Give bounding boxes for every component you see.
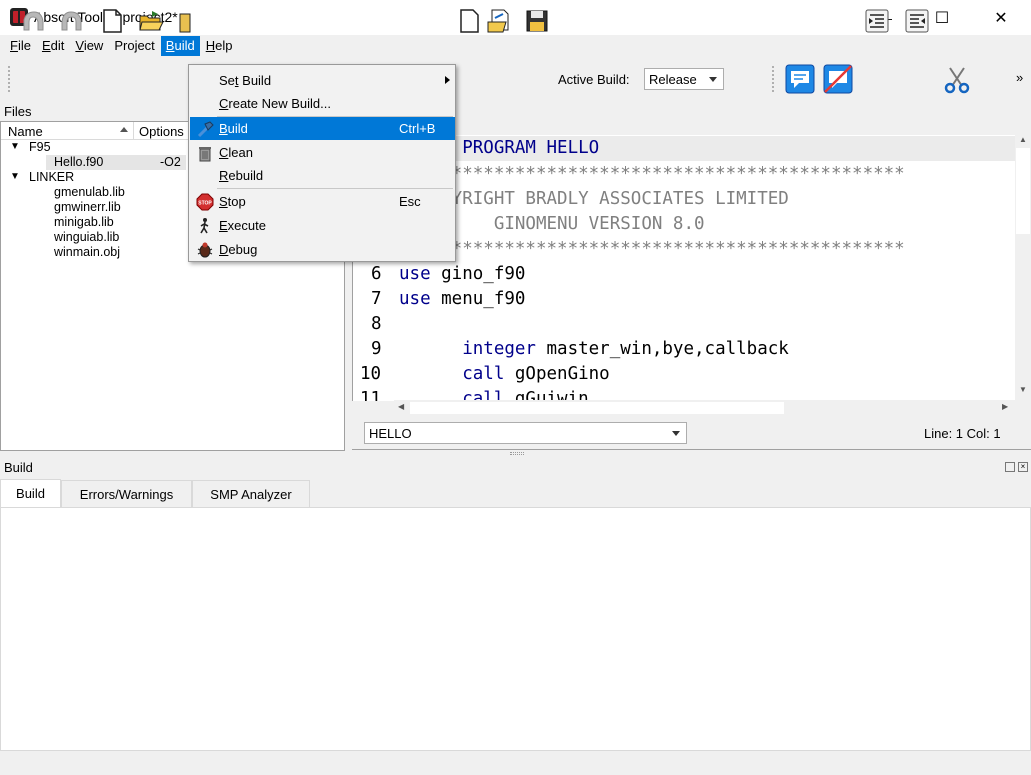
menu-item-build[interactable]: Build Ctrl+B <box>190 117 455 140</box>
new-document-icon[interactable] <box>456 8 482 34</box>
divider <box>352 449 1031 450</box>
menu-item-debug[interactable]: Debug <box>190 238 455 261</box>
run-icon <box>200 218 209 234</box>
build-output-area[interactable] <box>0 507 1031 751</box>
line-number: 11 <box>360 390 382 401</box>
menu-item-stop[interactable]: STOP Stop Esc <box>190 190 455 213</box>
tree-item[interactable]: gmenulab.lib <box>54 185 125 199</box>
menu-separator <box>217 188 453 189</box>
menu-item-set-build[interactable]: Set Build <box>190 69 455 92</box>
status-bar <box>0 751 1031 775</box>
scope-select[interactable]: HELLO <box>364 422 687 444</box>
build-panel-title: Build <box>4 460 33 475</box>
tree-item[interactable]: winmain.obj <box>54 245 120 259</box>
active-build-label: Active Build: <box>558 72 630 87</box>
sort-ascending-icon <box>120 127 128 132</box>
scroll-down-icon[interactable]: ▼ <box>1015 385 1031 397</box>
menu-edit[interactable]: Edit <box>37 35 69 56</box>
tree-group-f95[interactable]: F95 <box>29 140 51 154</box>
menu-file[interactable]: File <box>5 35 36 56</box>
tree-item-option[interactable]: -O2 <box>160 155 181 169</box>
menu-item-rebuild[interactable]: Rebuild <box>190 164 455 187</box>
collapse-arrow-icon[interactable]: ▼ <box>10 171 20 182</box>
toolbar-grip[interactable] <box>772 66 775 92</box>
splitter-handle[interactable] <box>510 452 524 455</box>
toolbar <box>0 57 1031 99</box>
scroll-up-icon[interactable]: ▲ <box>1015 135 1031 147</box>
submenu-arrow-icon <box>445 76 450 84</box>
code-line[interactable]: integer master_win,bye,callback <box>399 339 789 359</box>
svg-text:STOP: STOP <box>198 201 212 207</box>
code-line[interactable]: call gOpenGino <box>399 364 610 384</box>
chevron-down-icon <box>672 431 680 436</box>
menu-item-create-new-build[interactable]: Create New Build... <box>190 92 455 115</box>
hammer-icon <box>197 121 214 138</box>
scroll-left-icon[interactable]: ◀ <box>398 402 404 411</box>
column-header-name[interactable]: Name <box>8 124 43 139</box>
outdent-icon[interactable] <box>904 8 930 34</box>
comment-icon[interactable] <box>785 64 815 94</box>
close-button[interactable]: ✕ <box>978 0 1024 35</box>
tab-errors-warnings[interactable]: Errors/Warnings <box>61 480 192 507</box>
cut-icon[interactable] <box>942 64 972 94</box>
menu-build[interactable]: Build <box>160 36 200 56</box>
menu-view[interactable]: View <box>70 35 108 56</box>
toolbar-grip[interactable] <box>8 66 11 92</box>
undo-icon[interactable] <box>20 8 46 34</box>
code-line[interactable]: ****************************************… <box>399 164 905 184</box>
uncomment-icon[interactable] <box>823 64 853 94</box>
chevron-down-icon <box>709 77 717 82</box>
build-menu-dropdown: Set Build Create New Build... Build Ctrl… <box>188 64 456 262</box>
scrollbar-track <box>1016 148 1030 234</box>
scroll-right-icon[interactable]: ▶ <box>1002 402 1008 411</box>
indent-icon[interactable] <box>864 8 890 34</box>
trash-icon <box>199 147 211 162</box>
maximize-icon: ☐ <box>934 9 950 27</box>
line-number: 10 <box>360 364 382 384</box>
code-line[interactable]: use menu_f90 <box>399 289 525 309</box>
close-panel-icon[interactable]: × <box>1018 462 1028 472</box>
line-number: 6 <box>371 264 382 284</box>
column-divider[interactable] <box>133 122 134 140</box>
code-line[interactable]: ****************************************… <box>399 239 905 259</box>
menu-item-execute[interactable]: Execute <box>190 214 455 237</box>
tab-smp-analyzer[interactable]: SMP Analyzer <box>192 480 310 507</box>
tab-build[interactable]: Build <box>0 479 61 508</box>
active-build-select[interactable]: Release <box>644 68 724 90</box>
toolbar-hidden-icon[interactable] <box>178 8 204 34</box>
code-line[interactable]: use gino_f90 <box>399 264 525 284</box>
code-line[interactable]: COPYRIGHT BRADLY ASSOCIATES LIMITED <box>399 189 789 209</box>
menu-bar: File Edit View Project Build Help <box>0 35 1031 57</box>
toolbar-overflow-button[interactable]: » <box>1016 70 1023 85</box>
new-file-icon[interactable] <box>99 8 125 34</box>
cursor-position: Line: 1 Col: 1 <box>924 426 1001 441</box>
tree-item[interactable]: minigab.lib <box>54 215 114 229</box>
line-number: 7 <box>371 289 382 309</box>
tree-item[interactable]: gmwinerr.lib <box>54 200 121 214</box>
menu-item-clean[interactable]: Clean <box>190 141 455 164</box>
files-panel-title: Files <box>4 104 32 119</box>
tree-item[interactable]: winguiab.lib <box>54 230 119 244</box>
bug-icon <box>197 242 213 258</box>
close-icon: ✕ <box>994 9 1008 27</box>
tree-group-linker[interactable]: LINKER <box>29 170 74 184</box>
open-file-icon[interactable] <box>486 8 512 34</box>
menu-help[interactable]: Help <box>201 35 238 56</box>
collapse-arrow-icon[interactable]: ▼ <box>10 141 20 152</box>
scrollbar-track <box>410 402 784 414</box>
save-icon[interactable] <box>524 8 550 34</box>
open-folder-icon[interactable] <box>138 8 164 34</box>
redo-icon[interactable] <box>59 8 85 34</box>
line-number: 9 <box>371 339 382 359</box>
float-panel-icon[interactable] <box>1005 462 1015 472</box>
menu-project[interactable]: Project <box>109 35 159 56</box>
column-header-options[interactable]: Options <box>139 124 184 139</box>
tree-item-hello-f90[interactable]: Hello.f90 <box>54 155 103 169</box>
stop-sign-icon: STOP <box>196 193 214 211</box>
line-number: 8 <box>371 314 382 334</box>
